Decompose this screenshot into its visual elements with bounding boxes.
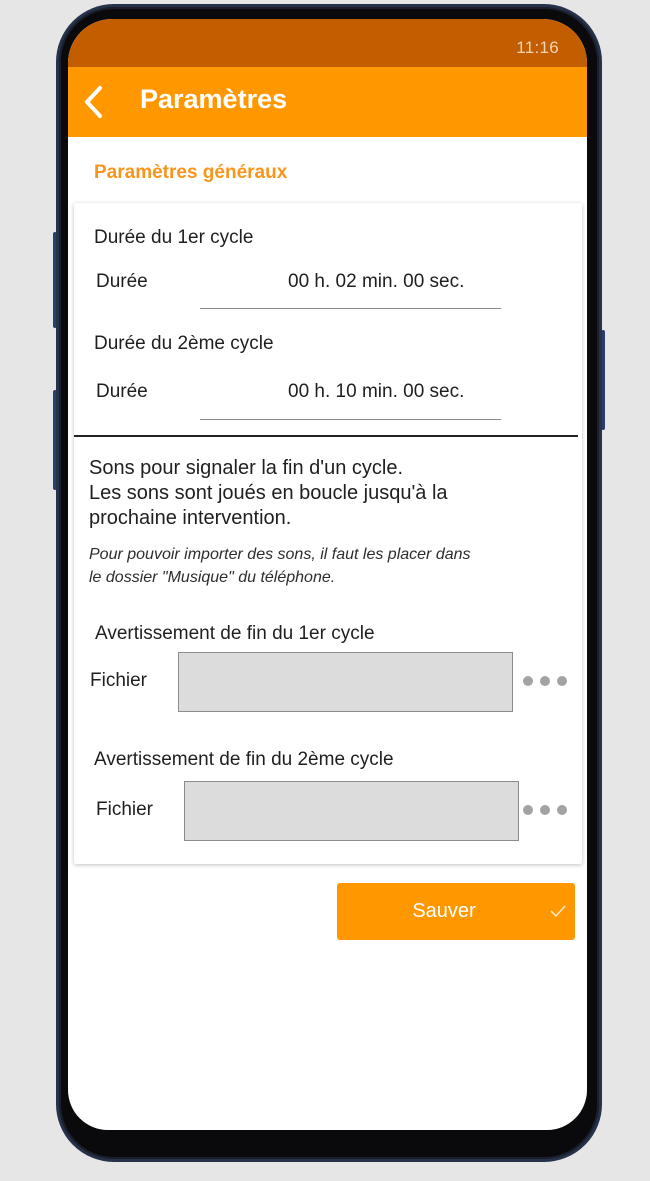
alert2-file-label: Fichier [96,799,154,820]
cycle2-duration-value[interactable]: 00 h. 10 min. 00 sec. [288,381,464,403]
section-divider [74,435,578,437]
chevron-left-icon[interactable] [82,84,106,120]
sounds-description-line: prochaine intervention. [89,507,292,529]
app-screen: 11:16 Paramètres Paramètres généraux Dur… [68,19,587,1130]
app-bar: Paramètres [68,67,587,137]
page-title: Paramètres [140,84,288,114]
more-horizontal-icon[interactable] [523,674,573,688]
sounds-description-line: Les sons sont joués en boucle jusqu'à la [89,482,448,504]
cycle1-duration-label: Durée [96,271,148,292]
cycle1-duration-value[interactable]: 00 h. 02 min. 00 sec. [288,271,464,293]
alert2-file-field[interactable] [184,781,519,841]
status-time: 11:16 [516,38,559,57]
cycle2-duration-underline [200,419,501,420]
alert1-file-field[interactable] [178,652,513,712]
cycle1-heading: Durée du 1er cycle [94,227,254,248]
settings-card: Durée du 1er cycle Durée 00 h. 02 min. 0… [74,203,582,864]
cycle1-duration-underline [200,308,501,309]
alert1-file-label: Fichier [90,670,148,691]
sounds-note-line: Pour pouvoir importer des sons, il faut … [89,546,471,563]
status-bar: 11:16 [68,19,587,67]
cycle2-heading: Durée du 2ème cycle [94,333,274,354]
check-icon [550,905,566,918]
save-button-label: Sauver [412,900,476,922]
save-button[interactable]: Sauver [337,883,575,940]
more-horizontal-icon[interactable] [523,803,573,817]
alert1-heading: Avertissement de fin du 1er cycle [95,623,375,644]
sounds-note: Pour pouvoir importer des sons, il faut … [89,543,471,589]
sounds-description-line: Sons pour signaler la fin d'un cycle. [89,457,403,479]
sounds-description: Sons pour signaler la fin d'un cycle. Le… [89,456,448,531]
sounds-note-line: le dossier "Musique" du téléphone. [89,569,336,586]
alert2-heading: Avertissement de fin du 2ème cycle [94,749,394,770]
section-title: Paramètres généraux [94,162,288,183]
cycle2-duration-label: Durée [96,381,148,402]
